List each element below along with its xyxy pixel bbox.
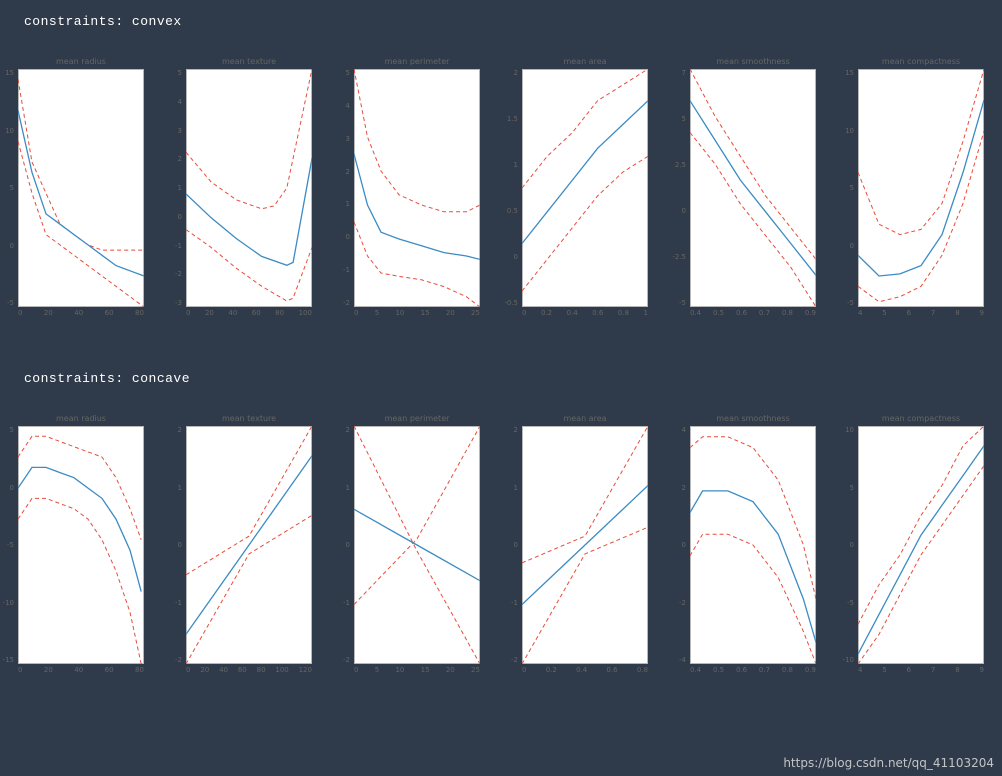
chart-axes: 151050-5 <box>18 69 144 307</box>
chart-cell: mean area21.510.50-0.500.20.40.60.81 <box>522 69 648 317</box>
section-label-convex: constraints: convex <box>0 0 1002 29</box>
chart-cell: mean smoothness752.50-2.5-50.40.50.60.70… <box>690 69 816 317</box>
chart-cell: mean perimeter210-1-20510152025 <box>354 426 480 674</box>
chart-title: mean compactness <box>858 57 984 66</box>
chart-axes: 50-5-10-15 <box>18 426 144 664</box>
chart-cell: mean compactness151050-5456789 <box>858 69 984 317</box>
chart-axes: 210-1-2 <box>354 426 480 664</box>
chart-axes: 543210-1-2-3 <box>186 69 312 307</box>
chart-cell: mean texture543210-1-2-3020406080100 <box>186 69 312 317</box>
chart-cell: mean radius50-5-10-15020406080 <box>18 426 144 674</box>
chart-row-convex: mean radius151050-5020406080 mean texture… <box>0 29 1002 317</box>
watermark-text: https://blog.csdn.net/qq_41103204 <box>783 756 994 770</box>
chart-title: mean perimeter <box>354 57 480 66</box>
chart-title: mean compactness <box>858 414 984 423</box>
chart-cell: mean perimeter543210-1-20510152025 <box>354 69 480 317</box>
chart-axes: 420-2-4 <box>690 426 816 664</box>
chart-title: mean radius <box>18 414 144 423</box>
chart-title: mean perimeter <box>354 414 480 423</box>
chart-cell: mean texture210-1-2020406080100120 <box>186 426 312 674</box>
chart-cell: mean compactness1050-5-10456789 <box>858 426 984 674</box>
chart-title: mean texture <box>186 414 312 423</box>
chart-cell: mean area210-1-200.20.40.60.8 <box>522 426 648 674</box>
chart-axes: 752.50-2.5-5 <box>690 69 816 307</box>
chart-title: mean radius <box>18 57 144 66</box>
chart-title: mean smoothness <box>690 414 816 423</box>
chart-title: mean texture <box>186 57 312 66</box>
chart-cell: mean radius151050-5020406080 <box>18 69 144 317</box>
chart-axes: 1050-5-10 <box>858 426 984 664</box>
chart-title: mean area <box>522 414 648 423</box>
chart-axes: 210-1-2 <box>522 426 648 664</box>
chart-title: mean area <box>522 57 648 66</box>
page: { "sections":[ {"label":"constraints: co… <box>0 0 1002 776</box>
chart-title: mean smoothness <box>690 57 816 66</box>
section-label-concave: constraints: concave <box>0 357 1002 386</box>
chart-row-concave: mean radius50-5-10-15020406080 mean textu… <box>0 386 1002 674</box>
chart-axes: 151050-5 <box>858 69 984 307</box>
chart-axes: 21.510.50-0.5 <box>522 69 648 307</box>
chart-axes: 543210-1-2 <box>354 69 480 307</box>
chart-axes: 210-1-2 <box>186 426 312 664</box>
chart-cell: mean smoothness420-2-40.40.50.60.70.80.9 <box>690 426 816 674</box>
